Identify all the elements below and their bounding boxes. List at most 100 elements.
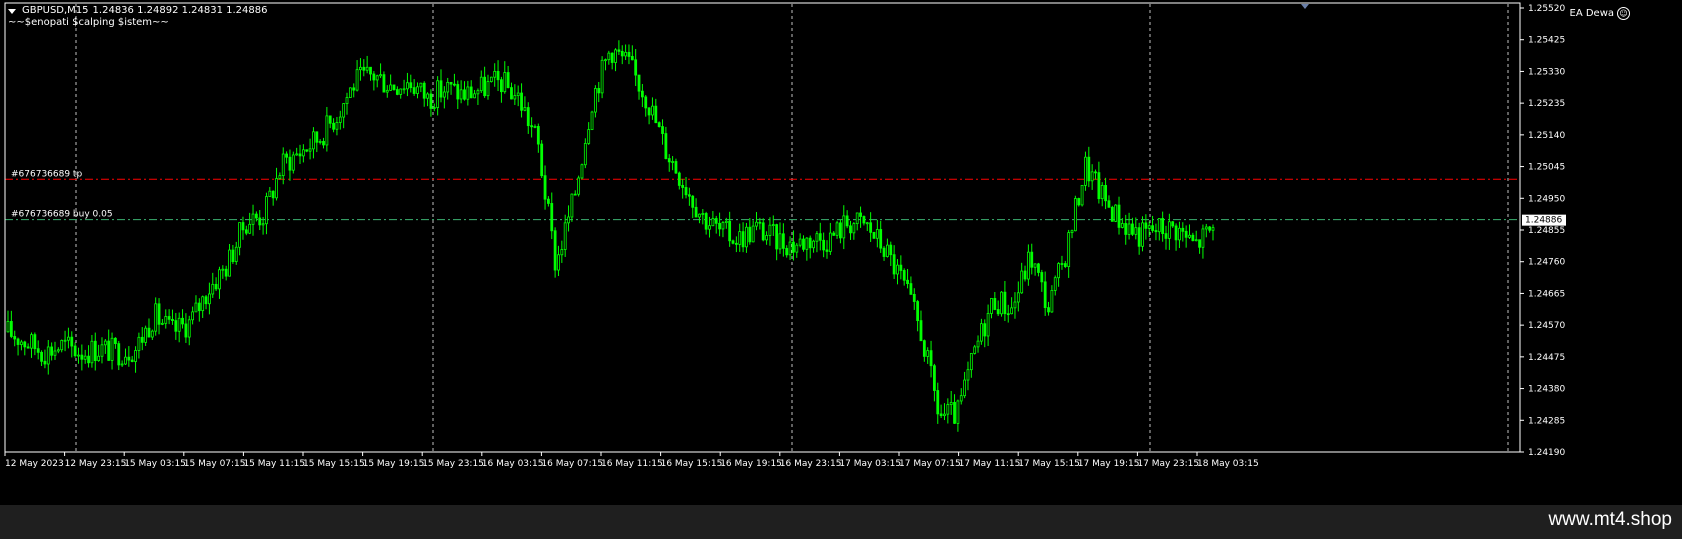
candle-body (211, 283, 215, 295)
candle-body (1020, 270, 1024, 294)
candle (711, 211, 715, 227)
candle-body (654, 105, 658, 124)
candle-body (815, 233, 819, 242)
candle-body (557, 254, 560, 271)
candle (953, 394, 956, 425)
candle-body (771, 224, 775, 226)
candle-body (852, 223, 856, 234)
candle (70, 331, 74, 358)
candle-body (765, 235, 768, 241)
candle (359, 58, 362, 81)
candle (802, 235, 805, 252)
candle-body (798, 238, 802, 246)
candle-body (778, 233, 782, 250)
order-lines: #676736689 tp #676736689 buy 0.05 (5, 169, 1520, 221)
candle (590, 110, 594, 131)
candle-body (231, 249, 235, 263)
candle-body (651, 105, 654, 116)
candle (6, 310, 10, 333)
dropdown-triangle-icon[interactable] (8, 8, 16, 14)
candle-body (862, 216, 866, 224)
candle-body (1124, 223, 1128, 235)
candle (882, 246, 886, 261)
candle-body (640, 90, 644, 98)
candle (755, 212, 758, 231)
x-tick-label: 17 May 19:15 (1078, 459, 1140, 469)
candle (1178, 221, 1181, 249)
candle (714, 215, 718, 234)
candle-body (493, 70, 497, 78)
candle (221, 265, 225, 279)
candle-body (124, 356, 127, 365)
candle (1037, 262, 1040, 277)
y-tick-label: 1.24190 (1528, 448, 1565, 458)
candle-body (379, 74, 382, 77)
candle-body (587, 129, 591, 144)
candle-body (553, 230, 557, 271)
candle (687, 187, 691, 206)
candle (845, 210, 849, 229)
candle-body (1181, 227, 1185, 232)
y-tick-label: 1.25045 (1528, 163, 1565, 173)
candle-body (1094, 171, 1097, 174)
candle-body (238, 222, 242, 248)
y-tick-label: 1.24760 (1528, 258, 1565, 268)
candle-body (661, 126, 664, 134)
candle (476, 88, 480, 105)
chart-header: GBPUSD,M15 1.24836 1.24892 1.24831 1.248… (8, 5, 268, 29)
candle-body (439, 80, 443, 98)
candle-body (909, 283, 913, 295)
candle (171, 309, 174, 325)
candle-body (741, 231, 745, 248)
candle-body (748, 226, 752, 243)
candle (466, 80, 470, 106)
expert-advisor-label[interactable]: EA Dewa ☺ (1570, 7, 1630, 20)
candle (1144, 214, 1148, 240)
x-tick-label: 17 May 07:15 (899, 459, 961, 469)
ohlc-values: 1.24836 1.24892 1.24831 1.24886 (92, 5, 268, 16)
candle (1127, 212, 1131, 240)
candle (896, 259, 899, 285)
chart-frame[interactable]: #676736689 tp #676736689 buy 0.05 1.25520… (0, 0, 1682, 505)
candle (174, 312, 178, 340)
candle (87, 345, 90, 368)
candle (567, 205, 570, 232)
candle-body (73, 345, 77, 357)
candle (473, 89, 476, 99)
candle (228, 244, 231, 277)
candle-body (563, 222, 567, 250)
candle (604, 58, 607, 71)
candle (385, 85, 389, 98)
x-tick-label: 12 May 23:15 (65, 459, 127, 469)
candle-body (442, 91, 446, 98)
candle-body (301, 149, 305, 157)
candle (244, 225, 248, 236)
candle-body (832, 232, 836, 236)
candle-body (402, 88, 406, 91)
candle (886, 238, 889, 258)
candle-body (1050, 290, 1054, 313)
candle-body (808, 237, 812, 249)
candle (288, 149, 292, 181)
candle-body (704, 213, 708, 230)
candle (627, 44, 631, 65)
candle (926, 347, 930, 364)
candle-body (399, 88, 403, 95)
candle-body (966, 369, 970, 381)
price-chart[interactable]: #676736689 tp #676736689 buy 0.05 1.25520… (0, 0, 1682, 505)
candle-body (278, 175, 282, 179)
candle (812, 239, 815, 253)
candle-body (1117, 204, 1121, 228)
candle-body (1167, 221, 1171, 239)
candle (550, 192, 554, 240)
candle (889, 241, 893, 267)
candle (489, 76, 493, 83)
candle (117, 340, 121, 371)
candle-body (721, 222, 725, 230)
candle (536, 123, 540, 153)
candle (345, 92, 349, 115)
candle-body (1030, 251, 1034, 268)
candle (80, 344, 84, 371)
candle (164, 309, 168, 329)
candle (265, 192, 268, 235)
